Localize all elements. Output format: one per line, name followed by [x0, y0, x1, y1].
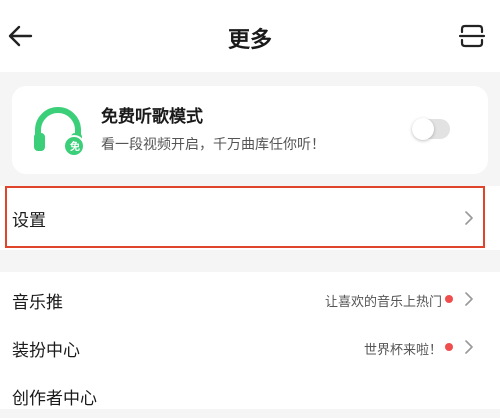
more-menu-list: 音乐推 让喜欢的音乐上热门 装扮中心 世界杯来啦！ 创作者中心: [0, 272, 500, 409]
menu-item-label: 创作者中心: [12, 389, 97, 409]
arrow-left-icon[interactable]: [6, 22, 34, 50]
chevron-right-icon: [465, 340, 473, 354]
notification-dot: [445, 295, 453, 303]
free-listening-card[interactable]: 免 免费听歌模式 看一段视频开启，千万曲库任你听！: [12, 86, 488, 174]
settings-row[interactable]: 设置: [0, 186, 500, 250]
menu-item-label: 音乐推: [12, 293, 63, 313]
free-mode-title: 免费听歌模式: [101, 107, 203, 127]
notification-dot: [445, 343, 453, 351]
free-badge: 免: [70, 142, 80, 153]
menu-item-creator-center[interactable]: 创作者中心: [0, 372, 500, 418]
free-mode-toggle[interactable]: [412, 118, 450, 140]
toggle-knob: [412, 118, 434, 140]
page-title: 更多: [227, 28, 272, 53]
menu-item-label: 装扮中心: [12, 341, 80, 361]
scan-icon[interactable]: [458, 22, 486, 50]
chevron-right-icon: [465, 292, 473, 306]
menu-item-music-push[interactable]: 音乐推 让喜欢的音乐上热门: [0, 276, 500, 322]
menu-item-hint: 让喜欢的音乐上热门: [324, 295, 442, 310]
chevron-right-icon: [465, 211, 473, 225]
menu-item-hint: 世界杯来啦！: [363, 343, 442, 358]
menu-item-decoration-center[interactable]: 装扮中心 世界杯来啦！: [0, 324, 500, 370]
free-mode-subtitle: 看一段视频开启，千万曲库任你听！: [101, 137, 325, 153]
settings-label: 设置: [12, 211, 46, 231]
top-bar: 更多: [0, 0, 500, 72]
